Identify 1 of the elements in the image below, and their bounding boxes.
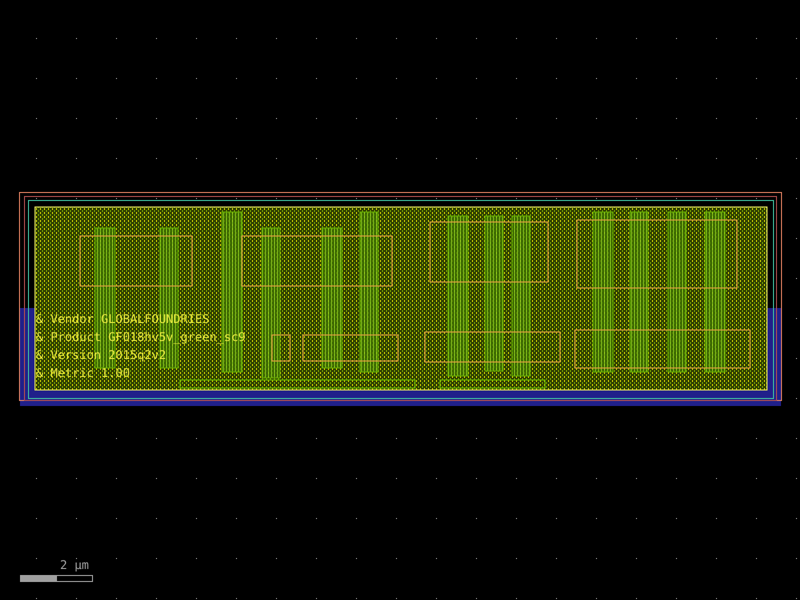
scale-label: 2 µm — [60, 558, 89, 572]
